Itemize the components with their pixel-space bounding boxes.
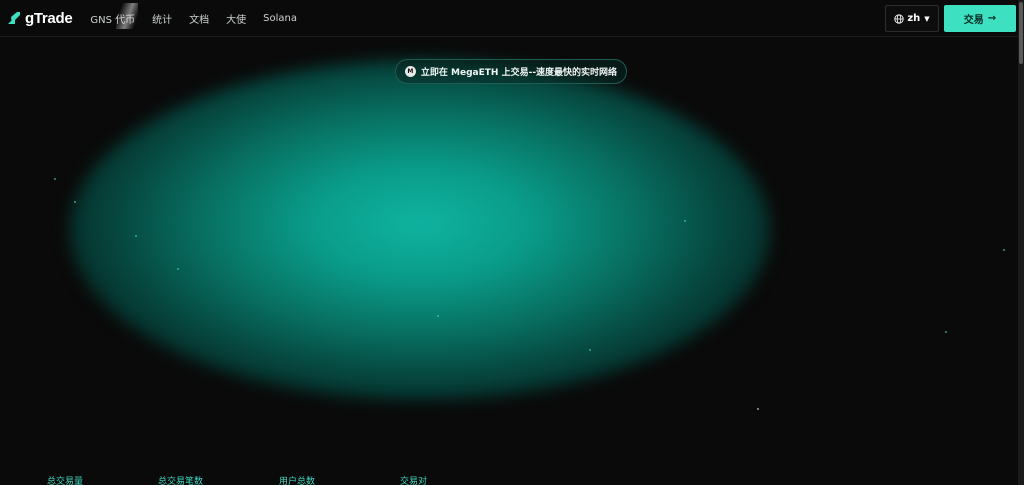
trade-button-label: 交易 <box>963 15 984 26</box>
star-dot <box>684 220 686 222</box>
star-dot <box>757 408 759 410</box>
caret-down-icon: ▼ <box>924 14 930 23</box>
main-nav: GNS 代币 统计 文档 大使 Solana <box>90 2 314 29</box>
language-code: zh <box>907 13 921 24</box>
nav-item-docs[interactable]: 文档 <box>189 11 209 26</box>
page-scrollbar[interactable] <box>1018 0 1024 485</box>
nav-item-gns-token[interactable]: GNS 代币 <box>90 2 139 29</box>
trade-button[interactable]: 交易 → <box>944 5 1016 32</box>
megaeth-icon: M <box>404 66 416 77</box>
nav-item-stats[interactable]: 统计 <box>152 11 172 26</box>
globe-icon <box>894 13 904 24</box>
star-dot <box>589 349 591 351</box>
header-actions: zh ▼ 交易 → <box>885 5 1016 32</box>
language-selector[interactable]: zh ▼ <box>885 5 939 32</box>
stat-label-total-trades: 总交易笔数 <box>158 477 204 485</box>
scrollbar-thumb[interactable] <box>1019 2 1023 64</box>
brand-logo[interactable]: gTrade <box>6 0 73 37</box>
hero-glow <box>70 60 770 400</box>
stats-row: 总交易量 总交易笔数 用户总数 交易对 <box>0 474 1018 485</box>
brand-name: gTrade <box>25 9 73 27</box>
star-dot <box>177 268 179 270</box>
stat-label-total-volume: 总交易量 <box>47 477 84 485</box>
page: gTrade GNS 代币 统计 文档 大使 Solana zh ▼ 交易 → <box>0 0 1024 485</box>
star-dot <box>1003 249 1005 251</box>
star-dot <box>437 315 439 317</box>
stat-label-total-users: 用户总数 <box>279 477 316 485</box>
star-dot <box>54 178 56 180</box>
megaeth-announcement[interactable]: M 立即在 MegaETH 上交易--速度最快的实时网络 <box>395 59 627 84</box>
star-dot <box>74 201 76 203</box>
announcement-text: 立即在 MegaETH 上交易--速度最快的实时网络 <box>420 68 618 78</box>
stat-label-trading-pairs: 交易对 <box>400 477 428 485</box>
nav-item-ambassador[interactable]: 大使 <box>226 11 246 26</box>
star-dot <box>135 235 137 237</box>
arrow-right-icon: → <box>987 13 997 24</box>
gtrade-logo-icon <box>8 12 20 24</box>
star-dot <box>945 331 947 333</box>
top-navbar: gTrade GNS 代币 统计 文档 大使 Solana zh ▼ 交易 → <box>0 0 1018 37</box>
nav-item-solana[interactable]: Solana <box>263 13 297 24</box>
